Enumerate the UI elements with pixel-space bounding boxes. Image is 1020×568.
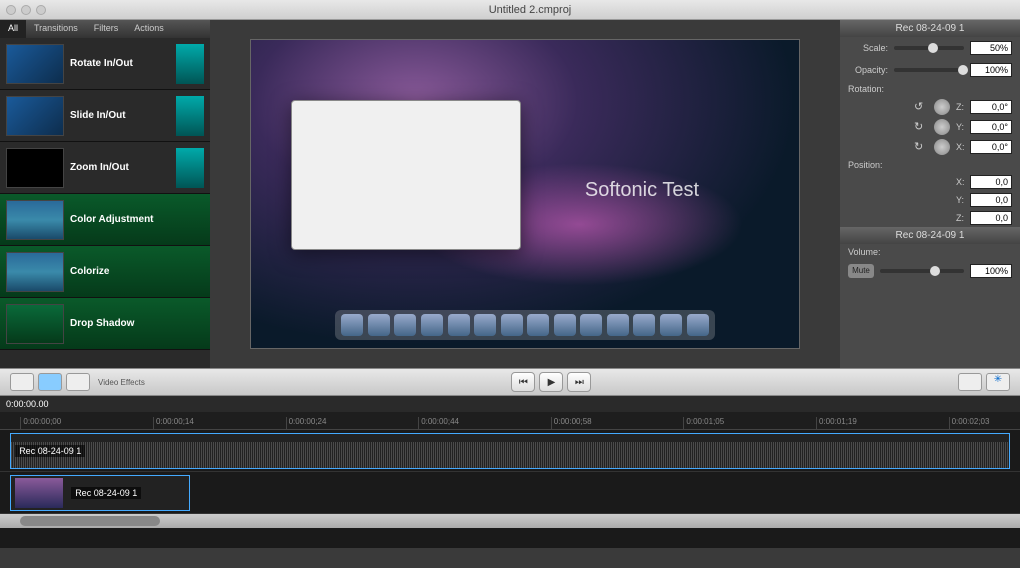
video-track[interactable]: Rec 08-24-09 1 <box>0 472 1020 514</box>
ruler-tick: 0:00:01;05 <box>683 417 724 429</box>
position-z-value[interactable]: 0,0 <box>970 211 1012 225</box>
effects-list: Rotate In/Out Slide In/Out Zoom In/Out C… <box>0 38 210 368</box>
scale-value[interactable]: 50% <box>970 41 1012 55</box>
effect-colorize[interactable]: Colorize <box>0 246 210 298</box>
volume-label: Volume: <box>840 244 1020 260</box>
effects-panel: All Transitions Filters Actions Rotate I… <box>0 20 210 368</box>
rotate-cw2-icon[interactable]: ↻ <box>914 140 928 154</box>
rotation-z-value[interactable]: 0,0° <box>970 100 1012 114</box>
ruler-tick: 0:00:02;03 <box>949 417 990 429</box>
ruler-tick: 0:00:00;24 <box>286 417 327 429</box>
ruler-tick: 0:00:00;14 <box>153 417 194 429</box>
timeline-scrollbar[interactable] <box>0 514 1020 528</box>
tab-all[interactable]: All <box>0 20 26 38</box>
volume-value[interactable]: 100% <box>970 264 1012 278</box>
tab-transitions[interactable]: Transitions <box>26 20 86 38</box>
effect-slide[interactable]: Slide In/Out <box>0 90 210 142</box>
effect-color-adjustment[interactable]: Color Adjustment <box>0 194 210 246</box>
tool-audio-icon[interactable] <box>66 373 90 391</box>
mute-button[interactable]: Mute <box>848 264 874 278</box>
audio-track[interactable]: Rec 08-24-09 1 <box>0 430 1020 472</box>
timeline-ruler[interactable]: 0:00:00;00 0:00:00;14 0:00:00;24 0:00:00… <box>0 412 1020 430</box>
watermark-text: Softonic Test <box>585 179 699 202</box>
effect-zoom[interactable]: Zoom In/Out <box>0 142 210 194</box>
window-title: Untitled 2.cmproj <box>46 4 1014 16</box>
effects-tabs: All Transitions Filters Actions <box>0 20 210 38</box>
minimize-icon[interactable] <box>21 5 31 15</box>
effect-rotate[interactable]: Rotate In/Out <box>0 38 210 90</box>
ruler-tick: 0:00:00;00 <box>20 417 61 429</box>
transport-toolbar: Video Effects ⏮ ▶ ⏭ ✳ <box>0 368 1020 396</box>
rotation-section: Rotation: <box>840 81 1020 97</box>
canvas-area: Softonic Test <box>210 20 840 368</box>
close-icon[interactable] <box>6 5 16 15</box>
window-titlebar: Untitled 2.cmproj <box>0 0 1020 20</box>
opacity-slider[interactable] <box>894 68 964 72</box>
clip-label: Rec 08-24-09 1 <box>71 487 141 499</box>
tool-video-effects-icon[interactable] <box>38 373 62 391</box>
clip-thumbnail <box>15 478 63 508</box>
mid-label: Video Effects <box>98 378 145 387</box>
rotate-ccw-icon[interactable]: ↺ <box>914 100 928 114</box>
effect-drop-shadow[interactable]: Drop Shadow <box>0 298 210 350</box>
finder-window-mock <box>291 100 521 250</box>
position-section: Position: <box>840 157 1020 173</box>
scrollbar-thumb[interactable] <box>20 516 160 526</box>
rotate-cw-icon[interactable]: ↻ <box>914 120 928 134</box>
audio-panel-title: Rec 08-24-09 1 <box>840 227 1020 244</box>
ruler-tick: 0:00:01;19 <box>816 417 857 429</box>
audio-clip[interactable]: Rec 08-24-09 1 <box>10 433 1010 469</box>
traffic-lights <box>6 5 46 15</box>
scale-slider[interactable] <box>894 46 964 50</box>
position-x-value[interactable]: 0,0 <box>970 175 1012 189</box>
position-y-value[interactable]: 0,0 <box>970 193 1012 207</box>
scale-label: Scale: <box>848 43 888 53</box>
rotation-z-dial[interactable] <box>934 99 950 115</box>
play-button[interactable]: ▶ <box>539 372 563 392</box>
rotation-y-value[interactable]: 0,0° <box>970 120 1012 134</box>
playhead-time: 0:00:00.00 <box>6 399 49 409</box>
rotation-y-dial[interactable] <box>934 119 950 135</box>
gear-icon[interactable]: ✳ <box>986 373 1010 391</box>
dock-mock <box>335 310 715 340</box>
opacity-label: Opacity: <box>848 65 888 75</box>
tool-transitions-icon[interactable] <box>10 373 34 391</box>
clip-label: Rec 08-24-09 1 <box>15 445 85 457</box>
next-button[interactable]: ⏭ <box>567 372 591 392</box>
opacity-value[interactable]: 100% <box>970 63 1012 77</box>
timeline-header: 0:00:00.00 <box>0 396 1020 412</box>
ruler-tick: 0:00:00;58 <box>551 417 592 429</box>
tab-actions[interactable]: Actions <box>126 20 172 38</box>
ruler-tick: 0:00:00;44 <box>418 417 459 429</box>
crop-button[interactable] <box>958 373 982 391</box>
rotation-x-dial[interactable] <box>934 139 950 155</box>
inspector-title: Rec 08-24-09 1 <box>840 20 1020 37</box>
volume-slider[interactable] <box>880 269 964 273</box>
prev-button[interactable]: ⏮ <box>511 372 535 392</box>
canvas-preview[interactable]: Softonic Test <box>250 39 800 349</box>
video-clip[interactable]: Rec 08-24-09 1 <box>10 475 190 511</box>
zoom-icon[interactable] <box>36 5 46 15</box>
rotation-x-value[interactable]: 0,0° <box>970 140 1012 154</box>
timeline: 0:00:00.00 0:00:00;00 0:00:00;14 0:00:00… <box>0 396 1020 548</box>
tab-filters[interactable]: Filters <box>86 20 127 38</box>
waveform-icon <box>11 442 1009 468</box>
inspector-panel: Rec 08-24-09 1 Scale: 50% Opacity: 100% … <box>840 20 1020 368</box>
